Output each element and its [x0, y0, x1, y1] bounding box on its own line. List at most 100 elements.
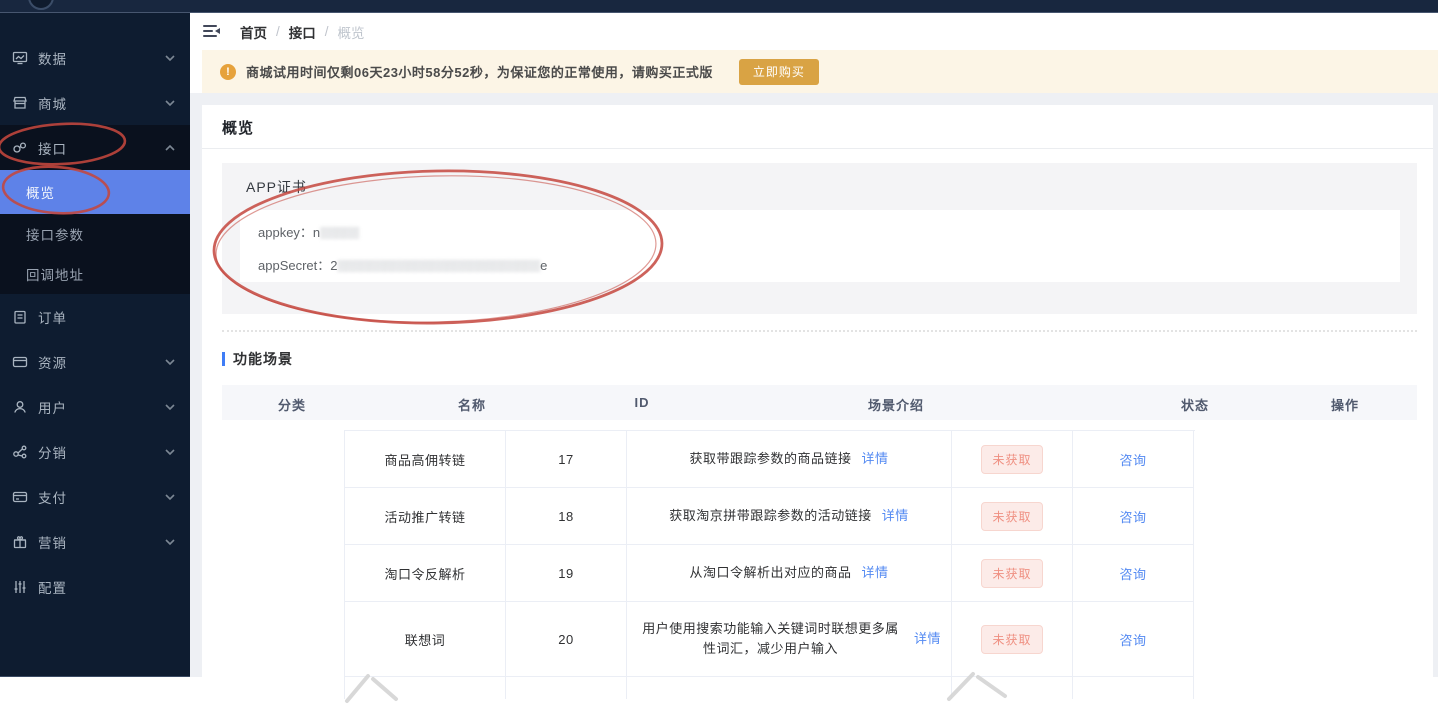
- sidebar-item-label: 订单: [38, 310, 67, 326]
- chevron-down-icon: [164, 356, 176, 368]
- sidebar-item-config[interactable]: 配置: [0, 564, 190, 609]
- sidebar-item-label: 营销: [38, 535, 67, 551]
- column-header-action: 操作: [1330, 398, 1360, 413]
- detail-link[interactable]: 详情: [914, 629, 941, 649]
- sidebar-item-resources[interactable]: 资源: [0, 339, 190, 384]
- sidebar-item-distribution[interactable]: 分销: [0, 429, 190, 474]
- scene-description: 获取淘京拼带跟踪参数的活动链接 详情: [627, 488, 952, 545]
- sidebar-item-label: 支付: [38, 490, 67, 506]
- sidebar-item-label: 资源: [38, 355, 67, 371]
- sidebar-item-mall[interactable]: 商城: [0, 80, 190, 125]
- sidebar-item-overview[interactable]: 概览: [0, 170, 190, 214]
- detail-link[interactable]: 详情: [862, 563, 889, 583]
- scene-id: 19: [506, 545, 627, 602]
- sidebar-subitem-label: 概览: [26, 186, 55, 201]
- scene-id: 17: [506, 431, 627, 488]
- scene-name: 商品高佣转链: [345, 431, 506, 488]
- status-badge: 未获取: [981, 624, 1043, 654]
- chevron-down-icon: [164, 536, 176, 548]
- scenes-table-body: 商品高佣转链 17 获取带跟踪参数的商品链接 详情 未获取 咨询 活动推广转链 …: [344, 430, 1195, 699]
- appkey-row: appkey：n▒▒▒▒▒: [258, 222, 359, 241]
- user-icon: [12, 399, 28, 415]
- scene-action-cell: 咨询: [1073, 431, 1194, 488]
- collapse-menu-icon[interactable]: [203, 24, 220, 39]
- sidebar-item-callback-address[interactable]: 回调地址: [0, 254, 190, 294]
- dotted-divider: [222, 330, 1417, 332]
- sidebar-item-label: 接口: [38, 141, 67, 157]
- sidebar-item-payment[interactable]: 支付: [0, 474, 190, 519]
- sidebar-item-label: 用户: [38, 400, 67, 416]
- overview-card: 概览 APP证书 appkey：n▒▒▒▒▒ appSecret：2▒▒▒▒▒▒…: [202, 105, 1433, 720]
- sidebar-item-orders[interactable]: 订单: [0, 294, 190, 339]
- sidebar-item-api[interactable]: 接口: [0, 125, 190, 170]
- breadcrumb-api[interactable]: 接口: [289, 22, 316, 42]
- payment-icon: [12, 489, 28, 505]
- exclamation-circle-icon: !: [220, 63, 236, 80]
- scene-description-text: 获取淘京拼带跟踪参数的活动链接: [669, 508, 872, 523]
- sidebar-item-data[interactable]: 数据: [0, 35, 190, 80]
- sidebar-item-label: 配置: [38, 580, 67, 596]
- sidebar-nav: 数据 商城 接口 概览 接口参数 回调地址 订单 资源 用户 分销 支付 营销 …: [0, 13, 190, 609]
- appsecret-label: appSecret：: [258, 258, 331, 273]
- breadcrumb-separator: /: [324, 24, 329, 39]
- section-accent-bar: [222, 352, 225, 366]
- scene-description-text: 用户使用搜索功能输入关键词时联想更多属性词汇，减少用户输入: [642, 621, 899, 656]
- column-header-status: 状态: [1180, 398, 1210, 413]
- trial-alert-banner: ! 商城试用时间仅剩06天23小时58分52秒，为保证您的正常使用，请购买正式版…: [202, 50, 1438, 93]
- breadcrumb-current: 概览: [337, 25, 365, 41]
- appkey-label: appkey：: [258, 225, 313, 240]
- sidebar-subitem-label: 回调地址: [26, 268, 84, 283]
- chevron-up-icon: [164, 142, 176, 154]
- scene-status-cell: 未获取: [952, 431, 1073, 488]
- scenes-section-title: 功能场景: [233, 351, 293, 367]
- scene-description: 用户使用搜索功能输入关键词时联想更多属性词汇，减少用户输入 详情: [627, 602, 952, 677]
- consult-link[interactable]: 咨询: [1119, 564, 1146, 583]
- sidebar-item-label: 数据: [38, 51, 67, 67]
- page-title: 概览: [222, 120, 255, 137]
- order-icon: [12, 309, 28, 325]
- divider: [202, 148, 1433, 149]
- chevron-down-icon: [164, 52, 176, 64]
- buy-now-button[interactable]: 立即购买: [738, 58, 819, 85]
- resource-icon: [12, 354, 28, 370]
- consult-link[interactable]: 咨询: [1119, 507, 1146, 526]
- scene-action-cell: 咨询: [1073, 545, 1194, 602]
- breadcrumb-home[interactable]: 首页: [240, 22, 267, 42]
- scene-description: 获取带跟踪参数的商品链接 详情: [627, 431, 952, 488]
- page-background-band: [190, 93, 1438, 105]
- certificate-title: APP证书: [246, 179, 308, 195]
- consult-link[interactable]: 咨询: [1119, 630, 1146, 649]
- distribution-icon: [12, 444, 28, 460]
- marketing-icon: [12, 534, 28, 550]
- table-row: 商品高佣转链 17 获取带跟踪参数的商品链接 详情 未获取 咨询: [345, 431, 1195, 488]
- scene-description-text: 获取带跟踪参数的商品链接: [689, 451, 852, 466]
- monitor-icon: [12, 50, 28, 66]
- sidebar-item-label: 商城: [38, 96, 67, 112]
- scene-status-cell: 未获取: [952, 488, 1073, 545]
- consult-link[interactable]: 咨询: [1119, 450, 1146, 469]
- sidebar-subitem-label: 接口参数: [26, 228, 84, 243]
- sidebar-item-marketing[interactable]: 营销: [0, 519, 190, 564]
- scenes-table-header: 分类 名称 ID 场景介绍 状态 操作: [222, 385, 1417, 420]
- scene-action-cell: 咨询: [1073, 488, 1194, 545]
- top-navbar: 首页 / 接口 / 概览: [190, 13, 1438, 50]
- detail-link[interactable]: 详情: [862, 449, 889, 469]
- top-bar: [0, 0, 1438, 13]
- chevron-down-icon: [164, 491, 176, 503]
- scene-id: 20: [506, 602, 627, 677]
- column-header-description: 场景介绍: [867, 398, 925, 413]
- appsecret-masked-value: ▒▒▒▒▒▒▒▒▒▒▒▒▒▒▒▒▒▒▒▒▒▒▒▒▒▒: [337, 260, 541, 272]
- detail-link[interactable]: 详情: [882, 506, 909, 526]
- breadcrumb-separator: /: [276, 24, 280, 39]
- scenes-section-header: 功能场景: [222, 349, 293, 369]
- shop-icon: [12, 95, 28, 111]
- status-badge: 未获取: [981, 558, 1043, 588]
- sidebar-item-api-params[interactable]: 接口参数: [0, 214, 190, 254]
- sidebar-item-users[interactable]: 用户: [0, 384, 190, 429]
- scene-name: 活动推广转链: [345, 488, 506, 545]
- config-icon: [12, 579, 28, 595]
- appsecret-row: appSecret：2▒▒▒▒▒▒▒▒▒▒▒▒▒▒▒▒▒▒▒▒▒▒▒▒▒▒e: [258, 255, 547, 274]
- status-badge: 未获取: [981, 444, 1043, 474]
- sidebar-group-api: 接口 概览 接口参数 回调地址: [0, 125, 190, 294]
- app-certificate-panel: APP证书 appkey：n▒▒▒▒▒ appSecret：2▒▒▒▒▒▒▒▒▒…: [222, 163, 1417, 314]
